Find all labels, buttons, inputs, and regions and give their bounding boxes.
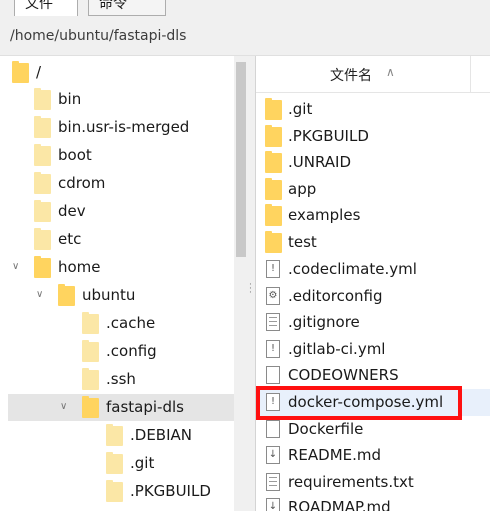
folder-link-icon [34,88,51,110]
list-item[interactable]: ↓ README.md [256,442,470,469]
folder-icon [82,368,99,390]
folder-icon [106,424,123,446]
list-item[interactable]: ↓ ROADMAP.md [256,494,470,511]
tree-item-cache[interactable]: .cache [0,310,234,337]
tree-item-dev[interactable]: dev [0,198,234,225]
column-header-name[interactable]: 文件名 ∧ [256,56,470,93]
folder-icon [106,480,123,502]
list-item[interactable]: .git [256,96,470,123]
tree-item-fastapi-dls[interactable]: ∨ fastapi-dls [8,394,234,421]
tree-item-ssh[interactable]: .ssh [0,366,234,393]
list-item[interactable]: ! .gitlab-ci.yml [256,336,470,363]
tree-item-bin[interactable]: bin [0,86,234,113]
list-item[interactable]: Dockerfile [256,416,470,443]
markdown-file-icon: ↓ [266,498,280,511]
list-item[interactable]: app [256,176,470,203]
chevron-down-icon[interactable]: ∨ [36,289,43,300]
tree-item-home[interactable]: ∨ home [0,254,234,281]
file-icon [266,420,280,438]
markdown-file-icon: ↓ [266,446,280,464]
tab-files[interactable]: 文件 [14,0,78,16]
list-item[interactable]: examples [256,202,470,229]
gear-file-icon: ⚙ [266,287,280,305]
file-icon [266,366,280,384]
folder-icon [58,284,75,306]
folder-icon [106,452,123,474]
tree-item-boot[interactable]: boot [0,142,234,169]
yaml-file-icon: ! [266,260,280,278]
text-file-icon [266,473,280,491]
list-item[interactable]: .gitignore [256,309,470,336]
folder-icon [12,61,29,83]
tree-scrollbar-thumb[interactable] [236,62,246,257]
list-item[interactable]: ! .codeclimate.yml [256,256,470,283]
splitter-grip-icon: · · · [249,280,252,298]
sort-ascending-icon: ∧ [386,65,395,79]
tree-item-config[interactable]: .config [0,338,234,365]
folder-icon [34,228,51,250]
folder-icon [34,172,51,194]
folder-icon [82,312,99,334]
list-item[interactable]: .PKGBUILD [256,123,470,150]
folder-icon [265,125,282,147]
tab-commands[interactable]: 命令 [88,0,166,16]
tree-item-debian[interactable]: .DEBIAN [0,422,234,449]
folder-icon [34,116,51,138]
folder-icon [34,144,51,166]
folder-icon [265,98,282,120]
tab-bar: 文件 命令 [0,0,490,18]
text-file-icon [266,313,280,331]
folder-icon [265,204,282,226]
chevron-down-icon[interactable]: ∨ [12,261,19,272]
highlight-box [256,386,462,420]
list-item[interactable]: test [256,229,470,256]
list-item[interactable]: CODEOWNERS [256,362,470,389]
folder-icon [34,200,51,222]
yaml-file-icon: ! [266,340,280,358]
list-item[interactable]: ⚙ .editorconfig [256,283,470,310]
tree-item-root[interactable]: / [0,59,234,86]
list-item[interactable]: requirements.txt [256,469,470,496]
tree-item-cdrom[interactable]: cdrom [0,170,234,197]
tree-item-ubuntu[interactable]: ∨ ubuntu [0,282,234,309]
column-header-next[interactable] [470,56,490,93]
folder-icon [82,396,99,418]
tree-item-git[interactable]: .git [0,450,234,477]
tree-item-etc[interactable]: etc [0,226,234,253]
tree-item-pkgbuild[interactable]: .PKGBUILD [0,478,234,505]
tree-item-bin-usr-is-merged[interactable]: bin.usr-is-merged [0,114,234,141]
folder-icon [265,151,282,173]
list-item[interactable]: .UNRAID [256,149,470,176]
chevron-down-icon[interactable]: ∨ [60,401,67,412]
folder-icon [265,178,282,200]
folder-icon [34,256,51,278]
folder-icon [82,340,99,362]
current-path: /home/ubuntu/fastapi-dls [10,28,187,44]
folder-icon [265,231,282,253]
path-bar[interactable]: /home/ubuntu/fastapi-dls [0,17,490,56]
